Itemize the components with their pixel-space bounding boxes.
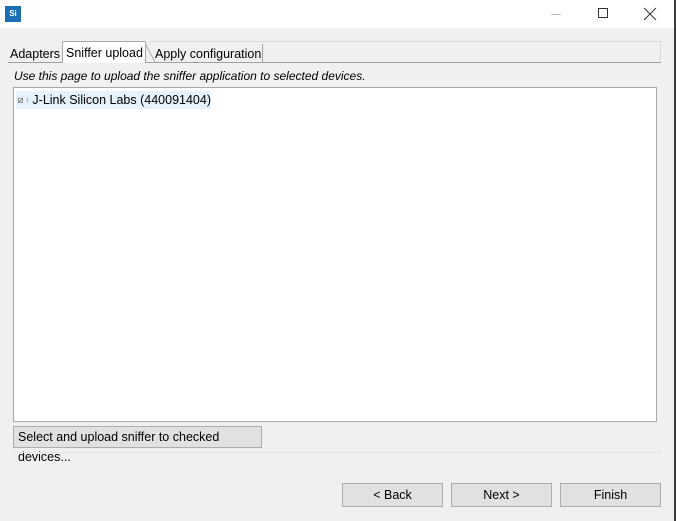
maximize-button[interactable] <box>580 0 626 28</box>
close-button[interactable] <box>626 0 672 28</box>
title-bar: Si <box>0 0 676 28</box>
tab-apply-configuration[interactable]: Apply configuration <box>155 46 261 62</box>
checkbox-checked-icon[interactable] <box>18 95 23 106</box>
back-button[interactable]: < Back <box>342 483 443 507</box>
device-list-item[interactable]: J-Link Silicon Labs (440091404) <box>16 91 211 109</box>
usb-icon <box>25 97 29 103</box>
upload-sniffer-button[interactable]: Select and upload sniffer to checked dev… <box>13 426 262 464</box>
close-icon <box>643 7 657 21</box>
device-list[interactable]: J-Link Silicon Labs (440091404) <box>13 87 657 422</box>
minimize-button[interactable] <box>533 0 579 28</box>
tab-adapters[interactable]: Adapters <box>10 46 60 62</box>
device-label: J-Link Silicon Labs (440091404) <box>32 93 211 107</box>
tab-divider <box>262 44 263 62</box>
finish-button[interactable]: Finish <box>560 483 661 507</box>
separator <box>13 452 662 453</box>
page-instructions: Use this page to upload the sniffer appl… <box>14 69 366 83</box>
tab-sniffer-upload-label: Sniffer upload <box>66 46 143 60</box>
next-button[interactable]: Next > <box>451 483 552 507</box>
tab-sniffer-upload[interactable]: Sniffer upload <box>62 41 146 63</box>
app-logo-icon: Si <box>5 6 21 22</box>
